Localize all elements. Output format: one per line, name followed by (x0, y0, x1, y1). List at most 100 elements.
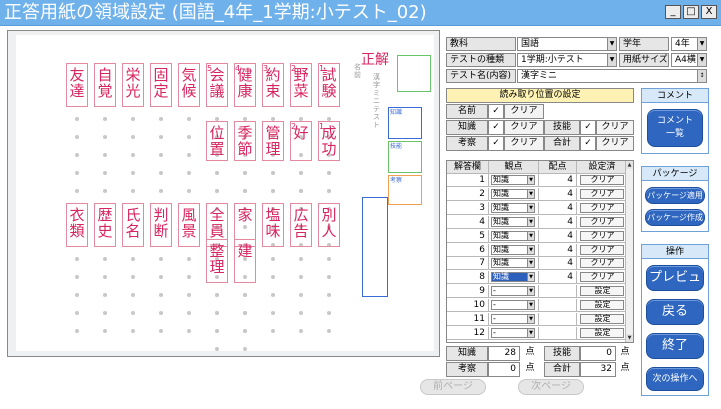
total-skill-label: 技能 (544, 346, 580, 361)
status-button[interactable]: 設定 (580, 314, 624, 324)
status-cell: クリア (577, 230, 627, 242)
points-cell (539, 285, 577, 298)
table-row[interactable]: 1 知識 ▼ 4 クリア (447, 174, 627, 187)
viewpoint-select[interactable]: - ▼ (491, 327, 535, 338)
readpos-right-clear-button-1[interactable]: クリア (596, 136, 634, 151)
test-name-input[interactable]: 漢字ミニ ↕ (517, 69, 707, 83)
viewpoint-select[interactable]: 知識 ▼ (491, 272, 535, 283)
guide-dot (327, 257, 331, 261)
handwritten-answer: 野菜 (293, 66, 309, 100)
guide-dot (75, 329, 79, 333)
status-button[interactable]: クリア (580, 175, 624, 185)
viewpoint-select[interactable]: 知識 ▼ (491, 244, 535, 255)
chevron-down-icon: ▼ (527, 287, 534, 296)
subject-select[interactable]: 国語 ▼ (517, 37, 617, 51)
viewpoint-select[interactable]: - ▼ (491, 286, 535, 297)
readpos-clear-button-1[interactable]: クリア (504, 120, 544, 135)
readpos-check-1[interactable]: ✓ (488, 120, 504, 135)
viewpoint-select[interactable]: - ▼ (491, 314, 535, 324)
skill-region[interactable]: 技能 (388, 141, 422, 173)
scroll-up-icon[interactable]: ▲ (626, 161, 633, 169)
points-cell: 4 (539, 215, 577, 228)
viewpoint-select[interactable]: 知識 ▼ (491, 230, 535, 241)
table-row[interactable]: 5 知識 ▼ 4 クリア (447, 229, 627, 243)
total-sum-value: 32 (580, 362, 616, 377)
table-row[interactable]: 11- ▼ 設定 (447, 313, 627, 326)
total-region[interactable] (362, 197, 388, 297)
viewpoint-select[interactable]: 知識 ▼ (491, 202, 535, 213)
package-create-button[interactable]: パッケージ作成 (645, 209, 705, 226)
maximize-button[interactable]: □ (683, 5, 699, 19)
table-row[interactable]: 8 知識 ▼ 4 クリア (447, 271, 627, 285)
status-button[interactable]: クリア (580, 244, 624, 255)
viewpoint-value: - (493, 327, 496, 337)
viewpoint-select[interactable]: - ▼ (491, 300, 535, 311)
status-button[interactable]: クリア (580, 216, 624, 227)
readpos-check-0[interactable]: ✓ (488, 104, 504, 119)
comment-list-button[interactable]: コメント 一覧 (647, 109, 703, 147)
table-row[interactable]: 7 知識 ▼ 4 クリア (447, 257, 627, 271)
readpos-right-label-0: 技能 (544, 120, 580, 135)
knowledge-region[interactable]: 知識 (388, 107, 422, 139)
answer-number: 5 (447, 229, 489, 242)
answer-sheet-preview[interactable]: 正解 名前 漢字ミニテスト 知識 技能 考察 1 試験 2 野菜 3 約束 4 健康 5 会議 気候… (7, 30, 440, 357)
answer-number: 6 (447, 243, 489, 256)
guide-dot (75, 153, 79, 157)
name-region[interactable] (397, 55, 431, 92)
status-cell: 設定 (577, 327, 627, 339)
table-row[interactable]: 4 知識 ▼ 4 クリア (447, 215, 627, 229)
viewpoint-select[interactable]: 知識 ▼ (491, 175, 535, 185)
status-button[interactable]: 設定 (580, 286, 624, 297)
guide-dot (271, 171, 275, 175)
guide-dot (103, 275, 107, 279)
readpos-right-check-0[interactable]: ✓ (580, 120, 596, 135)
viewpoint-select[interactable]: 知識 ▼ (491, 258, 535, 269)
prev-page-button[interactable]: 前ページ (420, 379, 486, 395)
readpos-check-2[interactable]: ✓ (488, 136, 504, 151)
readpos-right-check-1[interactable]: ✓ (580, 136, 596, 151)
table-row[interactable]: 3 知識 ▼ 4 クリア (447, 201, 627, 215)
paper-size-value: A4横 (675, 55, 696, 65)
thought-region[interactable]: 考察 (388, 175, 422, 205)
status-button[interactable]: 設定 (580, 327, 624, 338)
paper-size-select[interactable]: A4横 ▼ (671, 53, 707, 67)
table-row[interactable]: 12- ▼ 設定 (447, 326, 627, 340)
grade-select[interactable]: 4年 ▼ (671, 37, 707, 51)
viewpoint-select[interactable]: 知識 ▼ (491, 216, 535, 227)
points-cell: 4 (539, 187, 577, 200)
status-button[interactable]: クリア (580, 188, 624, 199)
scroll-down-icon[interactable]: ▼ (626, 334, 633, 342)
status-button[interactable]: クリア (580, 202, 624, 213)
table-row[interactable]: 10- ▼ 設定 (447, 299, 627, 313)
table-row[interactable]: 2 知識 ▼ 4 クリア (447, 187, 627, 201)
finish-button[interactable]: 終了 (646, 333, 704, 359)
table-scrollbar[interactable]: ▲ ▼ (625, 161, 633, 342)
readpos-right-clear-button-0[interactable]: クリア (596, 120, 634, 135)
handwritten-answer: 会議 (209, 66, 225, 100)
close-button[interactable]: X (701, 5, 717, 19)
chevron-down-icon: ▼ (527, 301, 534, 310)
status-button[interactable]: クリア (580, 258, 624, 269)
test-type-select[interactable]: 1学期:小テスト ▼ (517, 53, 617, 67)
package-apply-button[interactable]: パッケージ適用 (645, 187, 705, 204)
guide-dot (243, 329, 247, 333)
next-operation-button[interactable]: 次の操作へ (646, 367, 704, 391)
viewpoint-select[interactable]: 知識 ▼ (491, 188, 535, 199)
handwritten-answer: 友達 (69, 66, 85, 100)
points-cell: 4 (539, 243, 577, 256)
table-row[interactable]: 6 知識 ▼ 4 クリア (447, 243, 627, 257)
status-button[interactable]: クリア (580, 230, 624, 241)
status-button[interactable]: クリア (580, 272, 624, 283)
preview-button[interactable]: プレビュー (646, 265, 704, 309)
answer-number: 10 (447, 299, 489, 312)
handwritten-answer: 広告 (293, 206, 309, 240)
status-button[interactable]: 設定 (580, 300, 624, 311)
viewpoint-cell: 知識 ▼ (489, 257, 539, 270)
readpos-clear-button-0[interactable]: クリア (504, 104, 544, 119)
points-cell: 4 (539, 229, 577, 242)
table-row[interactable]: 9- ▼ 設定 (447, 285, 627, 299)
readpos-clear-button-2[interactable]: クリア (504, 136, 544, 151)
back-button[interactable]: 戻る (646, 299, 704, 325)
minimize-button[interactable]: _ (665, 5, 681, 19)
next-page-button[interactable]: 次ページ (518, 379, 584, 395)
